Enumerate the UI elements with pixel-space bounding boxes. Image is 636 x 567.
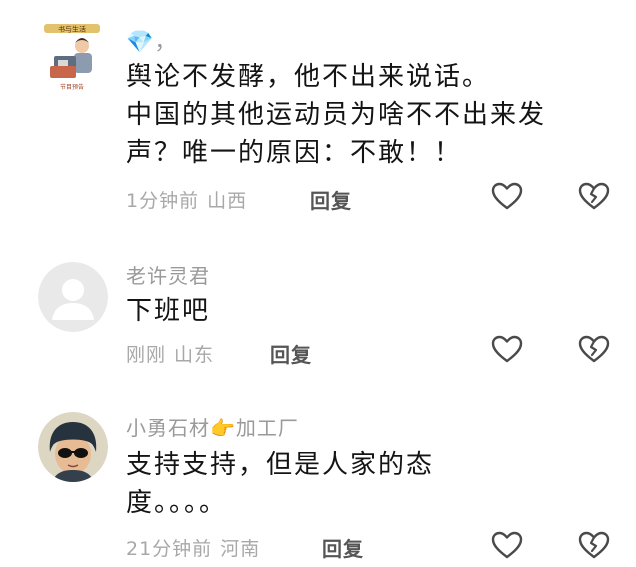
comment-time: 1分钟前 [126,190,200,212]
default-avatar-icon [38,262,108,332]
comment-time: 21分钟前 [126,538,213,560]
reply-button[interactable]: 回复 [322,533,364,562]
avatar-image [38,412,108,482]
comment-item: 书与生活 节目预告 💎， 舆论不发酵，他不出来说话。 中国的其他运动员为啥不不出… [0,0,636,230]
comment-author[interactable]: 💎， [126,24,177,56]
avatar-image: 书与生活 节目预告 [38,22,106,92]
comment-author[interactable]: 小勇石材👉加工厂 [126,412,299,441]
comment-text-line: 舆论不发酵，他不出来说话。 [126,62,491,92]
dislike-button[interactable] [577,530,611,560]
broken-heart-icon [578,182,610,210]
broken-heart-icon [578,335,610,363]
avatar[interactable] [38,412,108,482]
heart-outline-icon [491,531,523,559]
dislike-button[interactable] [577,181,611,211]
avatar[interactable] [38,262,108,332]
avatar-caption: 书与生活 [58,25,86,34]
dislike-button[interactable] [577,334,611,364]
comment-item: 小勇石材👉加工厂 支持支持，但是人家的态 度。。。。 21分钟前 河南 回复 [0,390,636,567]
comment-author[interactable]: 老许灵君 [126,260,210,289]
comment-text: 下班吧 [126,292,210,330]
comment-item: 老许灵君 下班吧 刚刚 山东 回复 [0,230,636,390]
like-button[interactable] [490,181,524,211]
like-button[interactable] [490,334,524,364]
broken-heart-icon [578,531,610,559]
reply-button[interactable]: 回复 [270,339,312,368]
comment-location: 山西 [207,190,248,212]
reply-button[interactable]: 回复 [310,185,352,214]
comment-text-line: 度。。。。 [126,488,228,518]
like-button[interactable] [490,530,524,560]
heart-outline-icon [491,335,523,363]
comment-text: 支持支持，但是人家的态 度。。。。 [126,446,434,522]
comment-text-line: 支持支持，但是人家的态 [126,450,435,480]
comment-time: 刚刚 [126,344,167,366]
avatar-label: 节目预告 [60,83,84,91]
comment-text-line: 声？唯一的原因：不敢！！ [126,138,463,168]
comment-text-line: 中国的其他运动员为啥不不出来发 [126,100,547,130]
comment-location: 河南 [220,538,261,560]
comment-meta: 刚刚 山东 [126,340,214,367]
heart-outline-icon [491,182,523,210]
comment-meta: 1分钟前 山西 [126,186,247,213]
comment-meta: 21分钟前 河南 [126,534,260,561]
comment-text-line: 下班吧 [126,296,211,326]
comment-location: 山东 [174,344,215,366]
comment-text: 舆论不发酵，他不出来说话。 中国的其他运动员为啥不不出来发 声？唯一的原因：不敢… [126,58,546,172]
avatar[interactable]: 书与生活 节目预告 [38,22,106,92]
